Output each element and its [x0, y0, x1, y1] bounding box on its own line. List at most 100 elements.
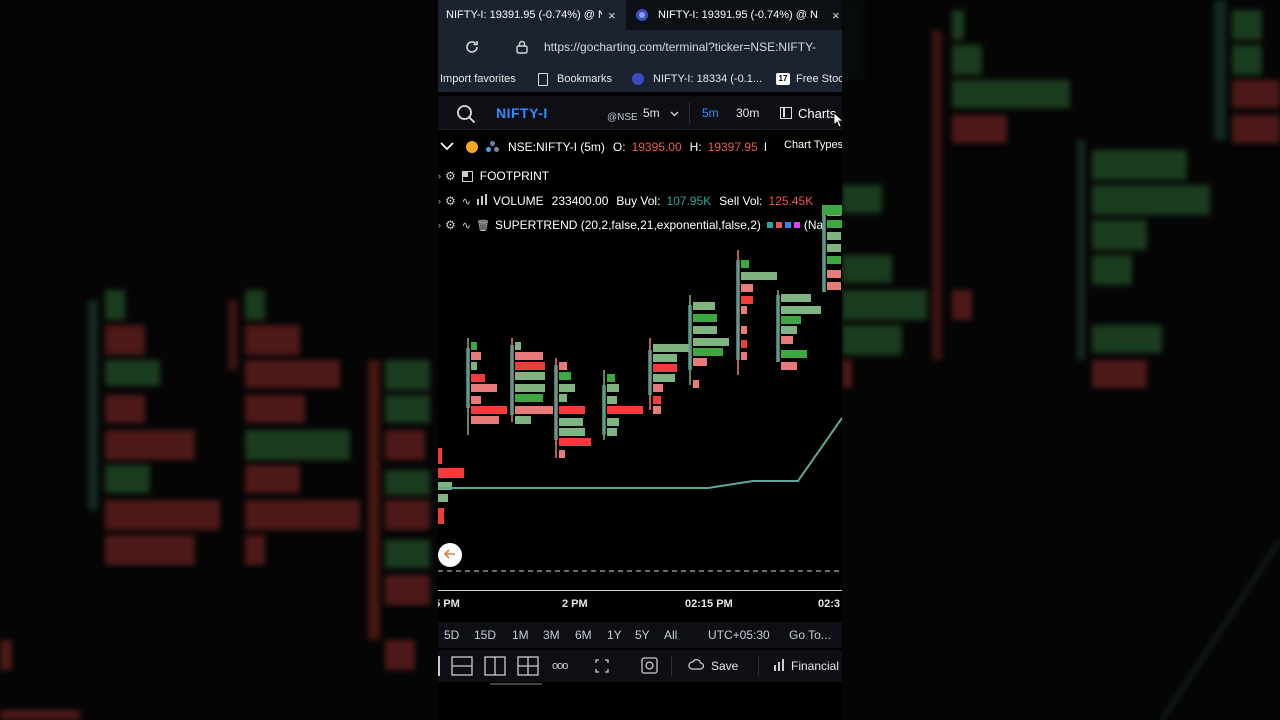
home-indicator: [490, 683, 542, 685]
fullscreen-icon[interactable]: [595, 659, 609, 676]
range-5d-button[interactable]: 5D: [444, 628, 459, 642]
layout-split-horizontal-icon[interactable]: [451, 656, 473, 679]
browser-tab[interactable]: NIFTY-I: 19391.95 (-0.74%) @ N ×: [630, 0, 842, 30]
footprint-cell: [471, 362, 477, 370]
bookmark-free-stock[interactable]: 17 Free Stoc: [776, 66, 842, 92]
footprint-cell: [515, 372, 545, 380]
expand-chevron-icon[interactable]: ›: [438, 196, 441, 206]
bookmark-nifty[interactable]: NIFTY-I: 18334 (-0.1...: [632, 66, 762, 92]
x-tick: 02:15 PM: [685, 598, 733, 610]
x-axis: 05 PM 2 PM 02:15 PM 02:3: [438, 590, 842, 620]
tab-title: NIFTY-I: 19391.95 (-0.74%) @ N: [658, 9, 818, 21]
footprint-cell: [607, 428, 617, 436]
footprint-cell: [827, 244, 841, 252]
screenshot-icon[interactable]: [641, 657, 658, 677]
footprint-cell: [559, 428, 585, 436]
footprint-cell: [693, 358, 707, 366]
search-icon[interactable]: [456, 104, 476, 127]
candle-body: [466, 348, 470, 408]
range-1m-button[interactable]: 1M: [512, 628, 529, 642]
charts-menu-button[interactable]: Charts: [780, 96, 836, 130]
candle-body: [648, 350, 652, 395]
footprint-cell: [438, 482, 452, 490]
range-1y-button[interactable]: 1Y: [607, 628, 622, 642]
collapse-chevron-icon[interactable]: [440, 140, 454, 154]
divider: [758, 656, 759, 676]
footprint-cell: [781, 294, 811, 302]
footprint-cell: [515, 416, 531, 424]
more-layouts-button[interactable]: ooo: [552, 650, 568, 682]
range-all-button[interactable]: All: [664, 628, 677, 642]
settings-gear-icon[interactable]: ⚙: [445, 169, 456, 183]
goto-button[interactable]: Go To...: [789, 628, 831, 642]
symbol-search-input[interactable]: NIFTY-I: [496, 96, 548, 130]
footprint-cell: [607, 418, 619, 426]
trash-icon[interactable]: 🗑: [476, 219, 490, 232]
scroll-back-button[interactable]: [438, 543, 462, 567]
footprint-cell: [653, 354, 677, 362]
footprint-cell: [693, 326, 717, 334]
layout-split-vertical-icon[interactable]: [484, 656, 506, 679]
blurred-background-left: [0, 0, 438, 720]
range-5y-button[interactable]: 5Y: [635, 628, 650, 642]
range-15d-button[interactable]: 15D: [474, 628, 496, 642]
tab-close-icon[interactable]: ×: [608, 8, 616, 23]
footprint-cell: [653, 384, 663, 392]
color-swatches: [766, 222, 800, 228]
footprint-cell: [781, 336, 793, 344]
symbol-logo-icon: [486, 141, 500, 153]
range-6m-button[interactable]: 6M: [575, 628, 592, 642]
gocharting-favicon: [632, 73, 644, 85]
chart-types-label[interactable]: Chart Types: [784, 138, 842, 152]
footprint-cell: [559, 384, 575, 392]
footprint-cell: [607, 406, 643, 414]
chart-area[interactable]: NSE:NIFTY-I (5m) O: 19395.00 H: 19397.95…: [438, 130, 842, 620]
pulse-icon: ∿: [461, 195, 471, 208]
footprint-cell: [438, 448, 442, 464]
bookmarks-bar: Import favorites Bookmarks NIFTY-I: 1833…: [438, 66, 842, 92]
footprint-cell: [471, 374, 485, 382]
settings-gear-icon[interactable]: ⚙: [445, 218, 456, 232]
range-3m-button[interactable]: 3M: [543, 628, 560, 642]
interval-30m-button[interactable]: 30m: [736, 96, 759, 130]
address-bar: https://gocharting.com/terminal?ticker=N…: [438, 30, 842, 66]
candle-body: [736, 260, 740, 360]
footprint-cell: [438, 494, 448, 502]
cloud-icon: [688, 659, 705, 673]
layout-grid-icon[interactable]: [517, 656, 539, 679]
tab-close-icon[interactable]: ×: [832, 8, 840, 23]
footprint-cell: [515, 342, 521, 350]
bookmark-bookmarks-folder[interactable]: Bookmarks: [538, 66, 612, 92]
lock-icon[interactable]: [516, 40, 528, 57]
timezone-label[interactable]: UTC+05:30: [708, 628, 770, 642]
footprint-cell: [827, 232, 841, 240]
expand-chevron-icon[interactable]: ›: [438, 220, 441, 230]
financial-button[interactable]: Financial: [773, 650, 839, 682]
browser-tab-active[interactable]: NIFTY-I: 19391.95 (-0.74%) @ N ×: [438, 0, 626, 30]
save-button[interactable]: Save: [688, 650, 738, 682]
bar-chart-icon: [476, 194, 488, 208]
bookmark-import-favorites[interactable]: Import favorites: [440, 66, 516, 92]
footprint-cell: [741, 340, 747, 348]
tab-title: NIFTY-I: 19391.95 (-0.74%) @ N: [446, 9, 602, 21]
interval-dropdown[interactable]: 5m: [643, 96, 679, 130]
footprint-cell: [515, 352, 543, 360]
footprint-cell: [607, 374, 615, 382]
screen: NIFTY-I: 19391.95 (-0.74%) @ N × NIFTY-I…: [0, 0, 1280, 720]
footprint-cell: [515, 394, 543, 402]
legend-open-value: 19395.00: [631, 140, 682, 154]
footprint-cell: [781, 306, 821, 314]
browser-tab-bar: NIFTY-I: 19391.95 (-0.74%) @ N × NIFTY-I…: [438, 0, 842, 30]
footprint-cell: [559, 406, 585, 414]
footprint-cell: [693, 302, 715, 310]
footprint-cell: [653, 406, 661, 414]
footprint-cell: [741, 272, 777, 280]
candle-body: [510, 345, 514, 415]
url-text[interactable]: https://gocharting.com/terminal?ticker=N…: [544, 40, 842, 54]
settings-gear-icon[interactable]: ⚙: [445, 194, 456, 208]
reload-icon[interactable]: [464, 39, 480, 58]
interval-5m-button[interactable]: 5m: [702, 96, 719, 130]
supertrend-line: [438, 417, 842, 489]
expand-chevron-icon[interactable]: ›: [438, 171, 441, 181]
x-tick: 05 PM: [438, 598, 460, 610]
